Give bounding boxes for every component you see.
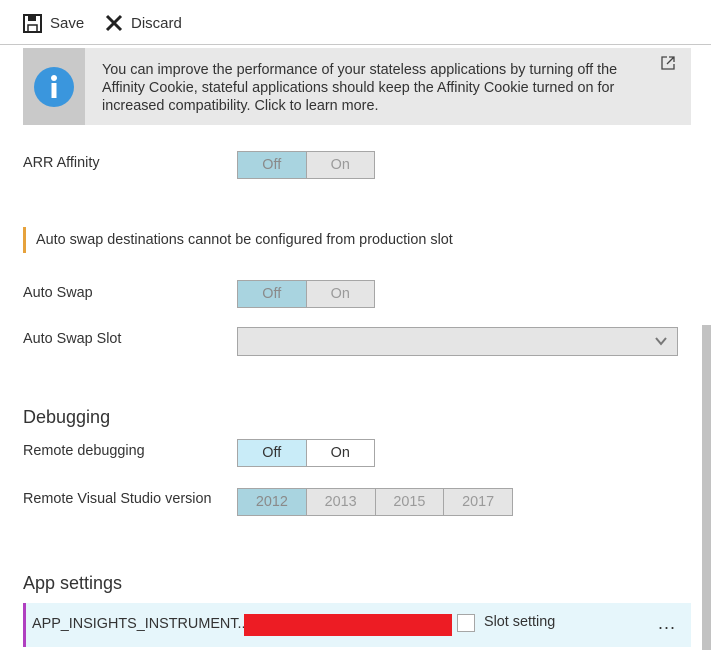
vs-version-label: Remote Visual Studio version <box>23 491 212 507</box>
close-icon <box>105 14 123 32</box>
arr-affinity-off[interactable]: Off <box>238 152 306 178</box>
info-icon <box>34 67 74 107</box>
auto-swap-toggle[interactable]: Off On <box>237 280 375 308</box>
slot-setting-checkbox[interactable] <box>457 614 475 632</box>
discard-label: Discard <box>131 14 182 32</box>
chevron-down-icon <box>655 337 667 346</box>
save-button[interactable]: Save <box>23 12 84 34</box>
command-bar: Save Discard <box>0 0 711 45</box>
more-options-button[interactable]: ... <box>658 613 676 634</box>
discard-button[interactable]: Discard <box>105 12 182 34</box>
info-message: You can improve the performance of your … <box>102 62 618 114</box>
remote-debugging-toggle[interactable]: Off On <box>237 439 375 467</box>
redacted-value <box>244 614 452 636</box>
vs-version-2012[interactable]: 2012 <box>238 489 306 515</box>
vs-version-selector[interactable]: 2012 2013 2015 2017 <box>237 488 513 516</box>
info-icon-box <box>23 48 85 125</box>
vs-version-2015[interactable]: 2015 <box>374 489 444 515</box>
scrollbar-thumb[interactable] <box>702 325 711 650</box>
app-setting-row[interactable]: APP_INSIGHTS_INSTRUMENT.. Slot setting .… <box>23 603 691 647</box>
app-settings-section-title: App settings <box>23 573 123 593</box>
slot-setting-label: Slot setting <box>484 614 556 630</box>
auto-swap-off[interactable]: Off <box>238 281 306 307</box>
auto-swap-on[interactable]: On <box>305 281 374 307</box>
arr-affinity-on[interactable]: On <box>305 152 374 178</box>
auto-swap-label: Auto Swap <box>23 285 93 301</box>
affinity-info-banner[interactable]: You can improve the performance of your … <box>23 48 691 125</box>
remote-debugging-label: Remote debugging <box>23 443 145 459</box>
remote-debugging-on[interactable]: On <box>305 440 374 466</box>
app-setting-name[interactable]: APP_INSIGHTS_INSTRUMENT.. <box>32 616 246 632</box>
arr-affinity-label: ARR Affinity <box>23 155 100 171</box>
vs-version-2013[interactable]: 2013 <box>305 489 375 515</box>
vs-version-2017[interactable]: 2017 <box>443 489 512 515</box>
arr-affinity-toggle[interactable]: Off On <box>237 151 375 179</box>
external-link-icon[interactable] <box>661 56 675 70</box>
debugging-section-title: Debugging <box>23 407 111 427</box>
save-icon <box>23 13 42 33</box>
auto-swap-warning: Auto swap destinations cannot be configu… <box>23 227 453 253</box>
auto-swap-slot-label: Auto Swap Slot <box>23 331 122 347</box>
save-label: Save <box>50 14 85 32</box>
auto-swap-slot-dropdown[interactable] <box>237 327 678 356</box>
remote-debugging-off[interactable]: Off <box>238 440 306 466</box>
